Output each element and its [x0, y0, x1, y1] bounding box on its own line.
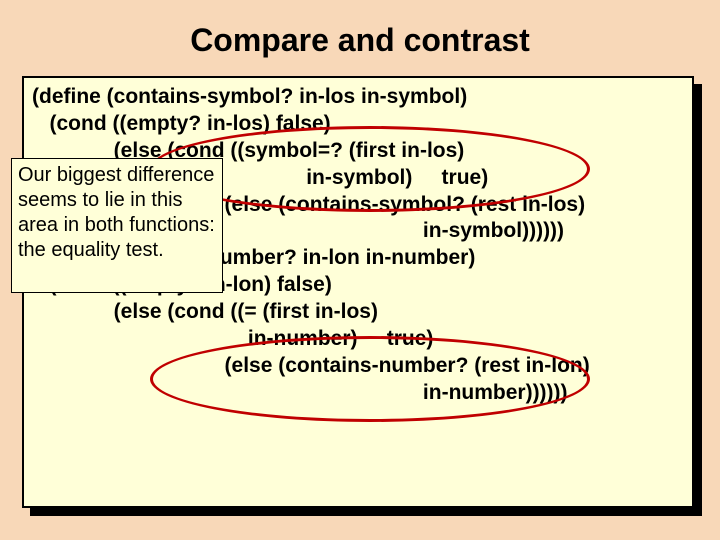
highlight-ellipse-icon — [150, 336, 590, 422]
slide-title: Compare and contrast — [0, 0, 720, 71]
code-line: (define (contains-symbol? in-los in-symb… — [32, 84, 684, 111]
callout-box: Our biggest difference seems to lie in t… — [11, 158, 223, 293]
code-line: (else (cond ((= (first in-los) — [32, 299, 684, 326]
